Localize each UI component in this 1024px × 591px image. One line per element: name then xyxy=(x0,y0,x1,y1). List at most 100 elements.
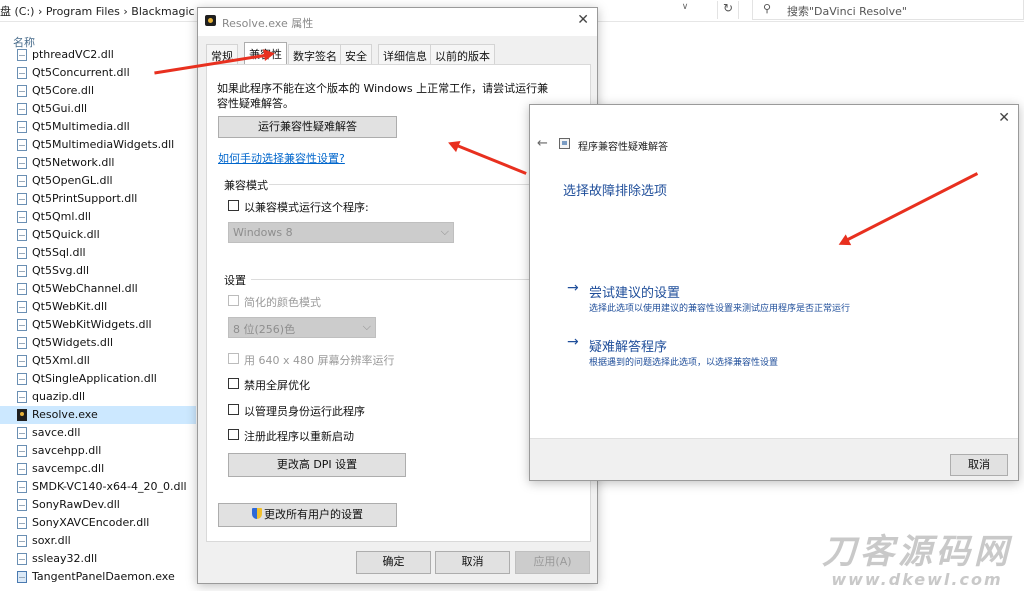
run-as-admin-label: 以管理员身份运行此程序 xyxy=(244,405,365,418)
refresh-icon[interactable]: ↻ xyxy=(717,1,739,19)
file-row[interactable]: Qt5Multimedia.dll xyxy=(0,118,196,136)
run-troubleshooter-button[interactable]: 运行兼容性疑难解答 xyxy=(218,116,397,138)
file-name: Qt5WebChannel.dll xyxy=(32,282,138,295)
file-row[interactable]: Qt5MultimediaWidgets.dll xyxy=(0,136,196,154)
compat-mode-checkbox[interactable] xyxy=(228,200,239,211)
res-640-label: 用 640 x 480 屏幕分辨率运行 xyxy=(244,354,395,367)
file-row[interactable]: Qt5OpenGL.dll xyxy=(0,172,196,190)
file-row[interactable]: Qt5Gui.dll xyxy=(0,100,196,118)
file-row[interactable]: SonyXAVCEncoder.dll xyxy=(0,514,196,532)
file-row[interactable]: Qt5Core.dll xyxy=(0,82,196,100)
tab-previous-versions[interactable]: 以前的版本 xyxy=(430,44,495,64)
file-row[interactable]: savcempc.dll xyxy=(0,460,196,478)
watermark-title: 刀客源码网 xyxy=(822,532,1012,572)
disable-fullscreen-label: 禁用全屏优化 xyxy=(244,379,310,392)
register-restart-label: 注册此程序以重新启动 xyxy=(244,430,354,443)
tab-details[interactable]: 详细信息 xyxy=(378,44,432,64)
register-restart-checkbox[interactable] xyxy=(228,429,239,440)
run-as-admin-checkbox[interactable] xyxy=(228,404,239,415)
chevron-down-icon[interactable]: ∨ xyxy=(676,2,694,18)
change-all-users-button[interactable]: 更改所有用户的设置 xyxy=(218,503,397,527)
file-row[interactable]: Resolve.exe xyxy=(0,406,196,424)
dll-file-icon xyxy=(17,391,27,403)
color-depth-select[interactable]: 8 位(256)色 ⌵ xyxy=(228,317,376,338)
change-all-users-label: 更改所有用户的设置 xyxy=(264,508,363,521)
file-name: Qt5WebKit.dll xyxy=(32,300,108,313)
disable-fullscreen-checkbox[interactable] xyxy=(228,378,239,389)
chevron-down-icon: ⌵ xyxy=(440,225,449,238)
file-row[interactable]: savcehpp.dll xyxy=(0,442,196,460)
file-row[interactable]: Qt5Quick.dll xyxy=(0,226,196,244)
file-row[interactable]: soxr.dll xyxy=(0,532,196,550)
file-name: Qt5WebKitWidgets.dll xyxy=(32,318,152,331)
file-row[interactable]: ssleay32.dll xyxy=(0,550,196,568)
intro-text-2: 容性疑难解答。 xyxy=(217,97,294,110)
close-icon[interactable]: ✕ xyxy=(577,12,589,28)
dll-file-icon xyxy=(17,427,27,439)
dll-file-icon xyxy=(17,67,27,79)
file-row[interactable]: Qt5WebKit.dll xyxy=(0,298,196,316)
troubleshooter-app-icon xyxy=(559,138,570,149)
file-row[interactable]: SonyRawDev.dll xyxy=(0,496,196,514)
file-name: QtSingleApplication.dll xyxy=(32,372,157,385)
dialog-title: Resolve.exe 属性 xyxy=(222,17,314,30)
file-row[interactable]: SMDK-VC140-x64-4_20_0.dll xyxy=(0,478,196,496)
file-list: pthreadVC2.dll Qt5Concurrent.dll Qt5Core.d… xyxy=(0,46,196,586)
dll-file-icon xyxy=(17,175,27,187)
tab-security[interactable]: 安全 xyxy=(340,44,372,64)
settings-group-label: 设置 xyxy=(224,274,246,287)
manual-settings-link[interactable]: 如何手动选择兼容性设置? xyxy=(218,150,345,166)
file-row[interactable]: Qt5Xml.dll xyxy=(0,352,196,370)
file-name: Qt5Sql.dll xyxy=(32,246,86,259)
file-name: Qt5OpenGL.dll xyxy=(32,174,113,187)
dll-file-icon xyxy=(17,49,27,61)
res-640-checkbox[interactable] xyxy=(228,353,239,364)
file-row[interactable]: Qt5Sql.dll xyxy=(0,244,196,262)
dialog-footer: 取消 xyxy=(530,438,1018,480)
file-name: soxr.dll xyxy=(32,534,71,547)
arrow-right-icon[interactable]: → xyxy=(567,280,579,296)
dll-file-icon xyxy=(17,319,27,331)
dll-file-icon xyxy=(17,499,27,511)
ok-button[interactable]: 确定 xyxy=(356,551,431,574)
dll-file-icon xyxy=(17,157,27,169)
file-name: TangentPanelDaemon.exe xyxy=(32,570,175,583)
file-row[interactable]: pthreadVC2.dll xyxy=(0,46,196,64)
file-row[interactable]: Qt5Qml.dll xyxy=(0,208,196,226)
apply-button[interactable]: 应用(A) xyxy=(515,551,590,574)
cancel-button[interactable]: 取消 xyxy=(435,551,510,574)
troubleshoot-program-desc: 根据遇到的问题选择此选项，以选择兼容性设置 xyxy=(589,358,779,368)
watermark-url: www.dkewl.com xyxy=(831,570,1003,589)
exe-file-icon xyxy=(17,571,27,583)
file-row[interactable]: Qt5WebKitWidgets.dll xyxy=(0,316,196,334)
file-row[interactable]: Qt5Widgets.dll xyxy=(0,334,196,352)
search-input[interactable]: ⚲ 搜索"DaVinci Resolve" xyxy=(752,0,1024,20)
compat-os-select[interactable]: Windows 8 ⌵ xyxy=(228,222,454,243)
file-row[interactable]: TangentPanelDaemon.exe xyxy=(0,568,196,586)
change-dpi-button[interactable]: 更改高 DPI 设置 xyxy=(228,453,406,477)
file-row[interactable]: Qt5Svg.dll xyxy=(0,262,196,280)
dll-file-icon xyxy=(17,247,27,259)
file-name: Qt5Svg.dll xyxy=(32,264,90,277)
file-row[interactable]: savce.dll xyxy=(0,424,196,442)
file-row[interactable]: quazip.dll xyxy=(0,388,196,406)
dll-file-icon xyxy=(17,463,27,475)
file-name: SonyXAVCEncoder.dll xyxy=(32,516,150,529)
file-row[interactable]: QtSingleApplication.dll xyxy=(0,370,196,388)
file-row[interactable]: Qt5WebChannel.dll xyxy=(0,280,196,298)
try-recommended-settings-option[interactable]: 尝试建议的设置 xyxy=(589,282,680,301)
reduced-color-checkbox[interactable] xyxy=(228,295,239,306)
file-row[interactable]: Qt5PrintSupport.dll xyxy=(0,190,196,208)
dll-file-icon xyxy=(17,103,27,115)
cancel-button[interactable]: 取消 xyxy=(950,454,1008,476)
dll-file-icon xyxy=(17,211,27,223)
troubleshoot-program-option[interactable]: 疑难解答程序 xyxy=(589,336,667,355)
file-row[interactable]: Qt5Concurrent.dll xyxy=(0,64,196,82)
arrow-right-icon[interactable]: → xyxy=(567,334,579,350)
file-row[interactable]: Qt5Network.dll xyxy=(0,154,196,172)
tab-digital-signatures[interactable]: 数字签名 xyxy=(288,44,342,64)
back-arrow-icon[interactable]: ← xyxy=(537,136,548,151)
search-icon: ⚲ xyxy=(763,2,772,15)
file-name: SMDK-VC140-x64-4_20_0.dll xyxy=(32,480,187,493)
close-icon[interactable]: ✕ xyxy=(998,110,1010,126)
